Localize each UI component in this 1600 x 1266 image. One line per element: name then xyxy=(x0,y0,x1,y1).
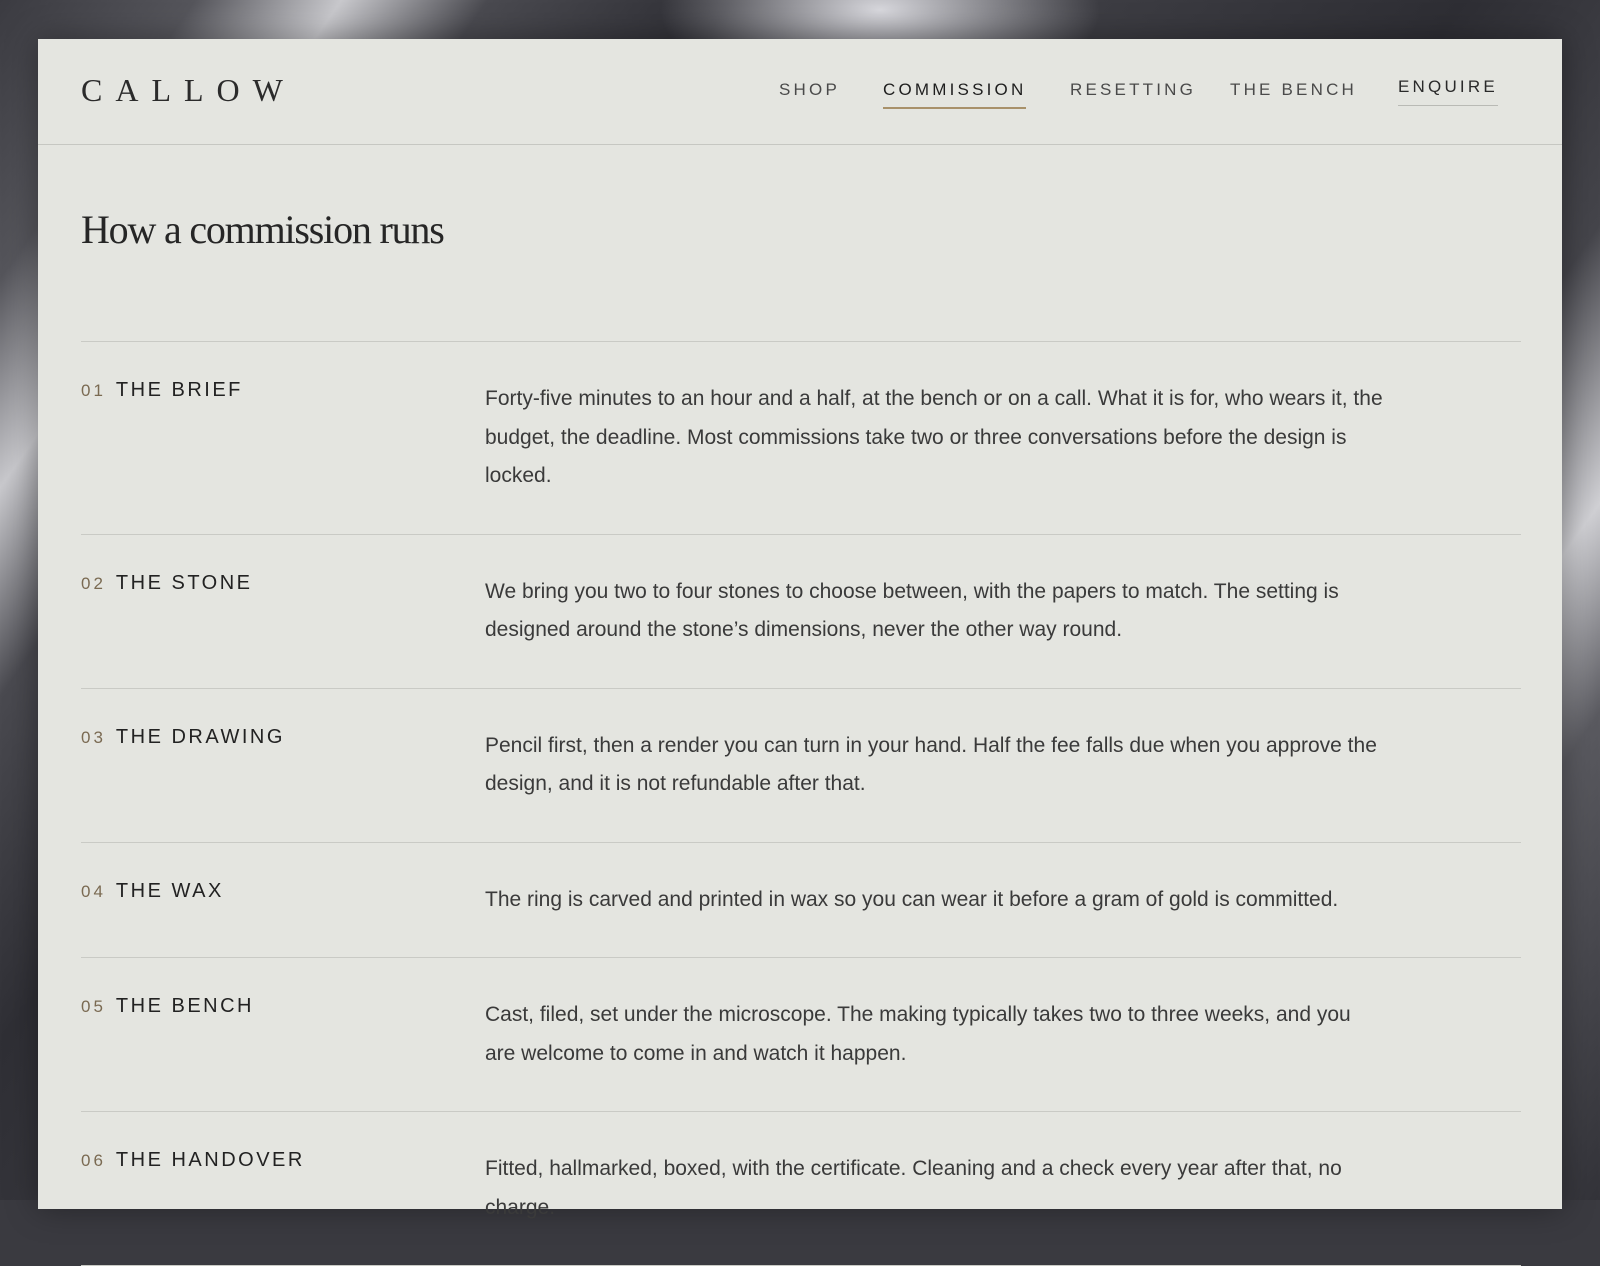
step-name: THE HANDOVER xyxy=(115,1149,305,1171)
step-label: 01 THE BRIEF xyxy=(81,379,243,402)
step-number: 03 xyxy=(81,727,106,747)
step-description: Fitted, hallmarked, boxed, with the cert… xyxy=(485,1157,1342,1219)
nav-resetting[interactable]: RESETTING xyxy=(1070,80,1196,107)
nav-shop[interactable]: SHOP xyxy=(779,80,840,107)
step-label: 06 THE HANDOVER xyxy=(81,1149,305,1172)
nav-the-bench[interactable]: THE BENCH xyxy=(1230,80,1357,107)
step-number: 04 xyxy=(81,881,106,901)
step-number: 02 xyxy=(81,573,106,593)
step-row: 06 THE HANDOVER Fitted, hallmarked, boxed… xyxy=(81,1112,1521,1266)
step-name: THE STONE xyxy=(115,571,253,594)
enquire-link[interactable]: ENQUIRE xyxy=(1398,77,1498,106)
step-label: 03 THE DRAWING xyxy=(81,726,285,749)
step-number: 01 xyxy=(81,381,106,400)
step-row: 01 THE BRIEF Forty-five minutes to an hou… xyxy=(81,342,1521,535)
main-nav: SHOP COMMISSION RESETTING THE BENCH ENQU… xyxy=(38,39,1562,144)
step-name: THE BENCH xyxy=(115,995,254,1017)
step-row: 04 THE WAX The ring is carved and printed… xyxy=(81,843,1521,958)
step-description: The ring is carved and printed in wax so… xyxy=(485,887,1339,911)
step-label: 04 THE WAX xyxy=(81,880,224,903)
page-title: How a commission runs xyxy=(81,207,445,252)
step-number: 06 xyxy=(81,1151,106,1170)
step-label: 05 THE BENCH xyxy=(81,995,254,1018)
nav-commission[interactable]: COMMISSION xyxy=(883,80,1027,109)
step-name: THE WAX xyxy=(115,879,224,902)
step-row: 02 THE STONE We bring you two to four sto… xyxy=(81,535,1521,689)
step-number: 05 xyxy=(81,997,106,1016)
step-name: THE DRAWING xyxy=(115,725,285,748)
step-description: We bring you two to four stones to choos… xyxy=(485,579,1339,642)
step-description: Pencil first, then a render you can turn… xyxy=(485,733,1377,796)
step-description: Cast, filed, set under the microscope. T… xyxy=(485,1003,1351,1065)
step-row: 03 THE DRAWING Pencil first, then a rende… xyxy=(81,689,1521,843)
step-label: 02 THE STONE xyxy=(81,572,253,595)
steps-list: 01 THE BRIEF Forty-five minutes to an hou… xyxy=(81,341,1521,1266)
step-name: THE BRIEF xyxy=(115,379,243,401)
step-row: 05 THE BENCH Cast, filed, set under the m… xyxy=(81,958,1521,1112)
site-header: CALLOW SHOP COMMISSION RESETTING THE BEN… xyxy=(38,39,1562,145)
page-card: CALLOW SHOP COMMISSION RESETTING THE BEN… xyxy=(38,39,1562,1266)
step-description: Forty-five minutes to an hour and a half… xyxy=(485,387,1383,487)
